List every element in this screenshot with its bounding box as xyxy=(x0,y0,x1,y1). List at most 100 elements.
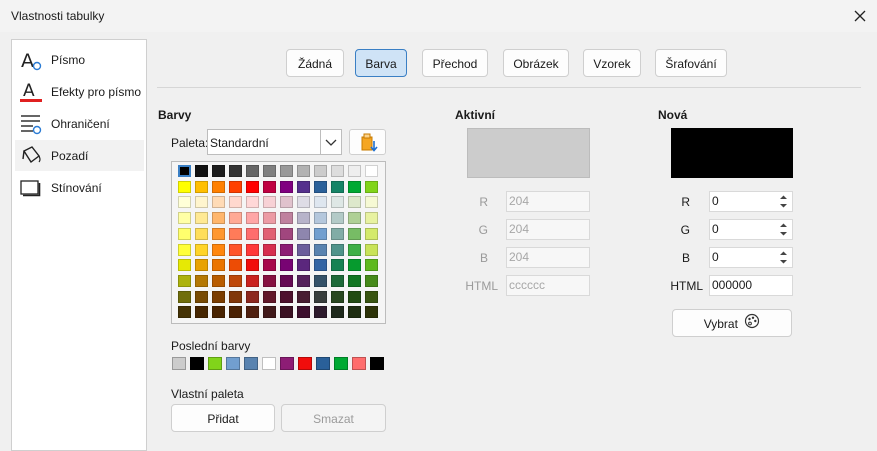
color-swatch[interactable] xyxy=(331,290,344,303)
color-swatch[interactable] xyxy=(263,227,276,240)
sidebar-item-background[interactable]: Pozadí xyxy=(15,140,144,171)
color-swatch[interactable] xyxy=(246,227,259,240)
palette-select[interactable]: Standardní xyxy=(207,129,342,155)
color-swatch[interactable] xyxy=(348,274,361,287)
recent-color-swatch[interactable] xyxy=(172,357,186,370)
color-swatch[interactable] xyxy=(263,212,276,225)
color-swatch[interactable] xyxy=(297,306,310,319)
color-swatch[interactable] xyxy=(280,180,293,193)
color-swatch[interactable] xyxy=(178,259,191,272)
color-swatch[interactable] xyxy=(178,196,191,209)
color-swatch[interactable] xyxy=(246,212,259,225)
color-swatch[interactable] xyxy=(314,274,327,287)
color-swatch[interactable] xyxy=(348,306,361,319)
color-swatch[interactable] xyxy=(314,227,327,240)
color-swatch[interactable] xyxy=(314,180,327,193)
color-swatch[interactable] xyxy=(365,212,378,225)
recent-color-swatch[interactable] xyxy=(208,357,222,370)
color-swatch[interactable] xyxy=(212,306,225,319)
color-swatch[interactable] xyxy=(365,290,378,303)
color-swatch[interactable] xyxy=(178,274,191,287)
recent-color-swatch[interactable] xyxy=(244,357,258,370)
color-swatch[interactable] xyxy=(297,243,310,256)
color-swatch[interactable] xyxy=(212,165,225,177)
color-swatch[interactable] xyxy=(229,227,242,240)
color-swatch[interactable] xyxy=(195,243,208,256)
color-swatch[interactable] xyxy=(263,259,276,272)
color-swatch[interactable] xyxy=(263,243,276,256)
color-swatch[interactable] xyxy=(314,165,327,177)
color-swatch[interactable] xyxy=(229,290,242,303)
color-swatch[interactable] xyxy=(229,165,242,177)
color-swatch[interactable] xyxy=(246,165,259,177)
tab-image[interactable]: Obrázek xyxy=(503,49,569,77)
new-r-stepper[interactable] xyxy=(776,191,791,212)
color-swatch[interactable] xyxy=(178,180,191,193)
color-swatch[interactable] xyxy=(331,165,344,177)
color-swatch[interactable] xyxy=(314,212,327,225)
tab-none[interactable]: Žádná xyxy=(286,49,344,77)
color-swatch[interactable] xyxy=(314,259,327,272)
color-swatch[interactable] xyxy=(314,290,327,303)
color-swatch[interactable] xyxy=(331,227,344,240)
new-g-stepper[interactable] xyxy=(776,219,791,240)
color-swatch[interactable] xyxy=(195,259,208,272)
color-swatch[interactable] xyxy=(297,180,310,193)
color-swatch[interactable] xyxy=(297,274,310,287)
color-swatch[interactable] xyxy=(348,196,361,209)
new-html-input[interactable]: 000000 xyxy=(709,275,793,296)
color-swatch[interactable] xyxy=(212,227,225,240)
sidebar-item-font-effects[interactable]: A Efekty pro písmo xyxy=(15,76,144,107)
tab-gradient[interactable]: Přechod xyxy=(422,49,488,77)
color-swatch[interactable] xyxy=(297,290,310,303)
color-swatch[interactable] xyxy=(263,274,276,287)
color-swatch[interactable] xyxy=(246,196,259,209)
color-swatch[interactable] xyxy=(331,306,344,319)
color-swatch[interactable] xyxy=(212,243,225,256)
color-swatch[interactable] xyxy=(212,212,225,225)
color-swatch[interactable] xyxy=(365,196,378,209)
color-swatch[interactable] xyxy=(297,227,310,240)
color-swatch[interactable] xyxy=(331,180,344,193)
color-swatch[interactable] xyxy=(365,180,378,193)
color-swatch[interactable] xyxy=(365,243,378,256)
new-b-stepper[interactable] xyxy=(776,247,791,268)
color-swatch[interactable] xyxy=(246,180,259,193)
color-swatch[interactable] xyxy=(229,180,242,193)
color-swatch[interactable] xyxy=(246,243,259,256)
color-swatch[interactable] xyxy=(348,243,361,256)
color-swatch[interactable] xyxy=(229,259,242,272)
color-swatch[interactable] xyxy=(212,259,225,272)
color-swatch[interactable] xyxy=(263,165,276,177)
color-swatch[interactable] xyxy=(348,212,361,225)
add-palette-button[interactable] xyxy=(349,129,386,155)
color-swatch[interactable] xyxy=(280,243,293,256)
color-swatch[interactable] xyxy=(365,274,378,287)
color-swatch[interactable] xyxy=(212,196,225,209)
color-swatch[interactable] xyxy=(178,243,191,256)
close-icon[interactable] xyxy=(848,4,872,28)
recent-color-swatch[interactable] xyxy=(298,357,312,370)
color-swatch[interactable] xyxy=(331,243,344,256)
color-swatch[interactable] xyxy=(178,165,191,177)
color-swatch[interactable] xyxy=(246,290,259,303)
color-swatch[interactable] xyxy=(314,243,327,256)
color-swatch[interactable] xyxy=(297,212,310,225)
color-swatch[interactable] xyxy=(280,306,293,319)
color-swatch[interactable] xyxy=(365,306,378,319)
color-swatch[interactable] xyxy=(297,196,310,209)
color-swatch[interactable] xyxy=(297,259,310,272)
recent-color-swatch[interactable] xyxy=(226,357,240,370)
pick-color-button[interactable]: Vybrat xyxy=(672,309,792,337)
color-swatch[interactable] xyxy=(280,274,293,287)
color-swatch[interactable] xyxy=(348,180,361,193)
color-swatch[interactable] xyxy=(280,196,293,209)
color-swatch[interactable] xyxy=(195,306,208,319)
color-swatch[interactable] xyxy=(178,212,191,225)
recent-color-swatch[interactable] xyxy=(316,357,330,370)
color-swatch[interactable] xyxy=(246,274,259,287)
color-swatch[interactable] xyxy=(263,180,276,193)
color-swatch[interactable] xyxy=(348,290,361,303)
color-swatch[interactable] xyxy=(331,259,344,272)
color-swatch[interactable] xyxy=(348,259,361,272)
